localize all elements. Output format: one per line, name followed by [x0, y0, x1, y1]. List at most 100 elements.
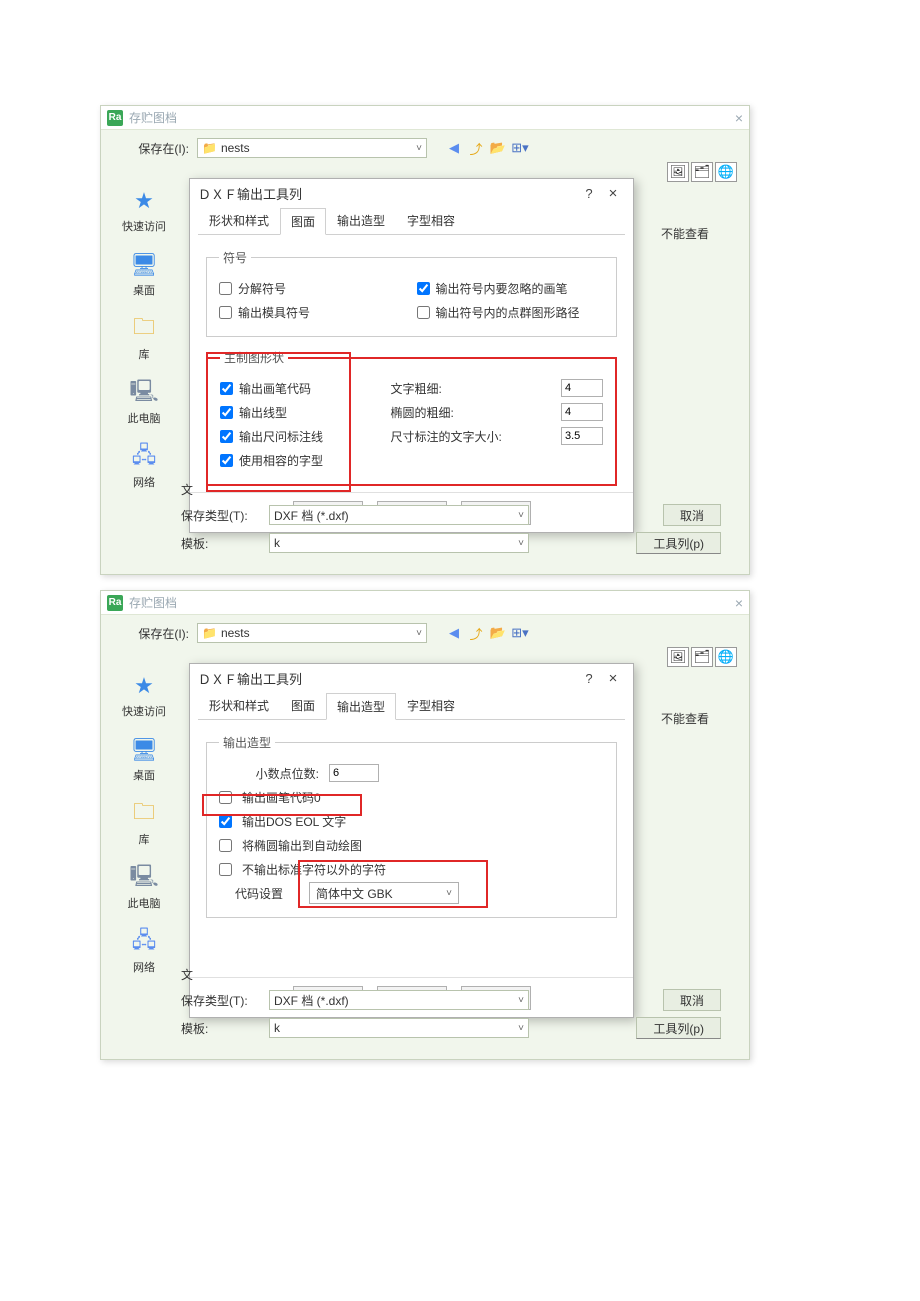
close-icon[interactable]: ×: [735, 595, 743, 611]
code-select[interactable]: 简体中文 GBK ˅: [309, 882, 459, 904]
view-menu-icon[interactable]: ⊞▾: [511, 139, 529, 157]
group-output: 输出造型 小数点位数: 输出画笔代码0 输出DOS EOL 文字 将椭圆输出到自…: [206, 734, 617, 918]
sidebar-item-desktop[interactable]: 🖥桌面: [127, 735, 161, 783]
folder-icon: 📁: [202, 626, 217, 640]
up-icon[interactable]: ⤴: [467, 139, 485, 157]
btn-img-3[interactable]: 🌐: [715, 162, 737, 182]
sidebar-item-network[interactable]: 🖧网络: [127, 927, 161, 975]
template-label: 模板:: [181, 535, 261, 552]
nav-icons: ◀ ⤴ 📂 ⊞▾: [445, 139, 529, 157]
sidebar-item-quickaccess[interactable]: ★快速访问: [122, 671, 166, 719]
chk-dos-eol[interactable]: [219, 815, 232, 828]
sidebar-item-thispc[interactable]: 🖳此电脑: [127, 378, 161, 426]
dxf-dialog-title: ＤＸＦ输出工具列: [198, 184, 302, 203]
tab-shape[interactable]: 形状和样式: [198, 692, 280, 719]
btn-img-1[interactable]: 🖼: [667, 647, 689, 667]
chk-nonstd-char[interactable]: [219, 863, 232, 876]
filetype-label: 保存类型(T):: [181, 992, 261, 1009]
btn-img-1[interactable]: 🖼: [667, 162, 689, 182]
group-main-legend: 主制图形状: [220, 349, 288, 366]
chk-pen0[interactable]: [219, 791, 232, 804]
save-dialog-1: Ra 存贮图档 × 保存在(I): 📁 nests ˅ ◀ ⤴ 📂 ⊞▾: [100, 105, 750, 575]
save-in-combo[interactable]: 📁 nests ˅: [197, 138, 427, 158]
help-icon[interactable]: ?: [577, 671, 601, 686]
dxf-dialog-1: ＤＸＦ输出工具列 ? × 形状和样式 图面 输出造型 字型相容 符号 分解符号: [189, 178, 634, 533]
group-symbol: 符号 分解符号 输出符号内要忽略的画笔 输出模具符号 输出符号内的点群图形路径: [206, 249, 617, 337]
template-combo[interactable]: k˅: [269, 533, 529, 553]
dxf-dialog-title: ＤＸＦ输出工具列: [198, 669, 302, 688]
template-label: 模板:: [181, 1020, 261, 1037]
group-output-legend: 输出造型: [219, 734, 275, 751]
save-in-label: 保存在(I):: [119, 625, 189, 642]
filename-char: 文: [181, 966, 251, 983]
filename-char: 文: [181, 481, 251, 498]
view-menu-icon[interactable]: ⊞▾: [511, 624, 529, 642]
sidebar-item-network[interactable]: 🖧网络: [127, 442, 161, 490]
chk-linetype[interactable]: [220, 406, 233, 419]
save-dialog-titlebar: Ra 存贮图档 ×: [101, 106, 749, 130]
sidebar-item-desktop[interactable]: 🖥桌面: [127, 250, 161, 298]
app-icon: Ra: [107, 110, 123, 126]
chk-ignore-pen[interactable]: [417, 282, 430, 295]
save-dialog-title: 存贮图档: [129, 594, 177, 611]
tab-output[interactable]: 输出造型: [326, 693, 396, 720]
code-label: 代码设置: [219, 885, 299, 902]
tab-shape[interactable]: 形状和样式: [198, 207, 280, 234]
help-icon[interactable]: ?: [577, 186, 601, 201]
up-icon[interactable]: ⤴: [467, 624, 485, 642]
save-cancel-button[interactable]: 取消: [663, 504, 721, 526]
chk-split-symbol[interactable]: [219, 282, 232, 295]
template-combo[interactable]: k˅: [269, 1018, 529, 1038]
btn-img-2[interactable]: 🗂: [691, 647, 713, 667]
input-ellipse-weight[interactable]: [561, 403, 603, 421]
close-icon[interactable]: ×: [735, 110, 743, 126]
back-icon[interactable]: ◀: [445, 139, 463, 157]
new-folder-icon[interactable]: 📂: [489, 624, 507, 642]
save-in-value: nests: [221, 141, 250, 155]
save-dialog-title: 存贮图档: [129, 109, 177, 126]
save-in-label: 保存在(I):: [119, 140, 189, 157]
close-icon[interactable]: ×: [601, 670, 625, 687]
save-dialog-2: Ra 存贮图档 × 保存在(I): 📁 nests ˅ ◀ ⤴ 📂 ⊞▾: [100, 590, 750, 1060]
sidebar-item-quickaccess[interactable]: ★快速访问: [122, 186, 166, 234]
decimals-input[interactable]: [329, 764, 379, 782]
filetype-label: 保存类型(T):: [181, 507, 261, 524]
tab-output[interactable]: 输出造型: [326, 207, 396, 234]
dxf-tabs: 形状和样式 图面 输出造型 字型相容: [198, 207, 625, 235]
sidebar-item-libraries[interactable]: 🗀库: [127, 799, 161, 847]
save-cancel-button[interactable]: 取消: [663, 989, 721, 1011]
save-in-combo[interactable]: 📁 nests ˅: [197, 623, 427, 643]
chk-pen-code[interactable]: [220, 382, 233, 395]
sidebar-item-thispc[interactable]: 🖳此电脑: [127, 863, 161, 911]
decimals-label: 小数点位数:: [219, 765, 319, 782]
chk-compat-font[interactable]: [220, 454, 233, 467]
input-dim-text-size[interactable]: [561, 427, 603, 445]
back-icon[interactable]: ◀: [445, 624, 463, 642]
sidebar-item-libraries[interactable]: 🗀库: [127, 314, 161, 362]
group-symbol-legend: 符号: [219, 249, 251, 266]
chevron-down-icon: ˅: [416, 143, 422, 154]
chk-point-path[interactable]: [417, 306, 430, 319]
tab-font[interactable]: 字型相容: [396, 207, 466, 234]
input-text-weight[interactable]: [561, 379, 603, 397]
folder-icon: 📁: [202, 141, 217, 155]
places-sidebar: ★快速访问 🖥桌面 🗀库 🖳此电脑 🖧网络: [109, 186, 179, 490]
btn-img-2[interactable]: 🗂: [691, 162, 713, 182]
group-main-shape: 主制图形状 输出画笔代码 文字粗细: 输出线型 椭圆的粗细: 输出尺问: [206, 349, 617, 486]
no-preview-label: 不能查看: [661, 710, 709, 727]
close-icon[interactable]: ×: [601, 185, 625, 202]
chk-ellipse-auto[interactable]: [219, 839, 232, 852]
new-folder-icon[interactable]: 📂: [489, 139, 507, 157]
chk-mold-symbol[interactable]: [219, 306, 232, 319]
tab-font[interactable]: 字型相容: [396, 692, 466, 719]
chk-dim-line[interactable]: [220, 430, 233, 443]
filetype-combo[interactable]: DXF 档 (*.dxf)˅: [269, 505, 529, 525]
chevron-down-icon: ˅: [446, 888, 452, 899]
tab-drawing[interactable]: 图面: [280, 692, 326, 719]
right-toolbar: 🖼 🗂 🌐: [667, 162, 737, 182]
tab-drawing[interactable]: 图面: [280, 208, 326, 235]
btn-img-3[interactable]: 🌐: [715, 647, 737, 667]
filetype-combo[interactable]: DXF 档 (*.dxf)˅: [269, 990, 529, 1010]
tools-button[interactable]: 工具列(p): [636, 532, 721, 554]
tools-button[interactable]: 工具列(p): [636, 1017, 721, 1039]
